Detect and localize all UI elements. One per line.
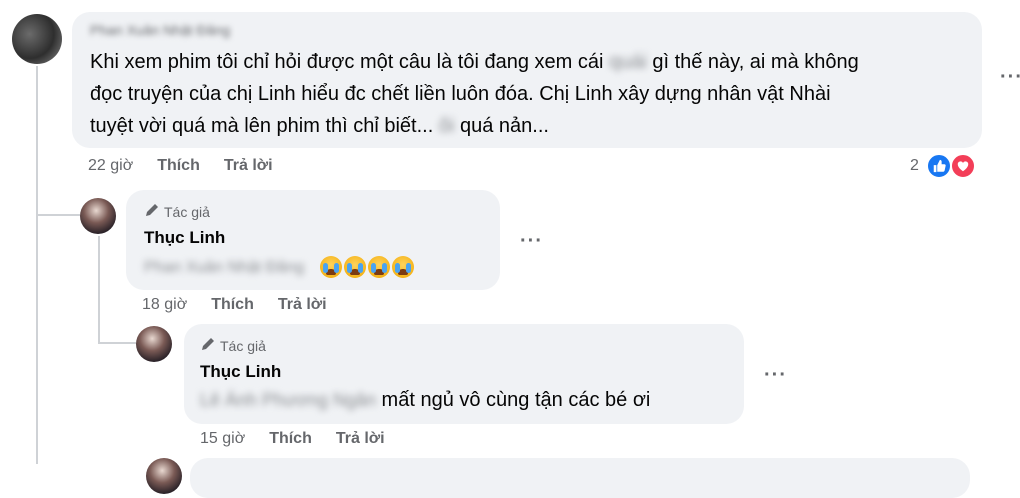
thread-line-reply1 [98, 236, 100, 344]
reply-button[interactable]: Trả lời [278, 296, 327, 314]
thread-connector-2 [98, 342, 136, 344]
pencil-icon [144, 202, 160, 221]
reaction-summary[interactable]: 2 [910, 157, 923, 175]
pencil-icon [200, 336, 216, 355]
reply-author-name[interactable]: Thục Linh [200, 362, 281, 382]
like-button[interactable]: Thích [269, 430, 312, 448]
reply-author-name[interactable]: Thục Linh [144, 228, 225, 248]
author-badge: Tác giả [144, 202, 210, 221]
reply-button[interactable]: Trả lời [336, 430, 385, 448]
comment-author-name[interactable]: Phan Xuân Nhật Đăng [90, 22, 230, 38]
reply-bubble: Tác giả Thục Linh Lê Ánh Phương Ngân mất… [184, 324, 744, 424]
like-button[interactable]: Thích [211, 296, 254, 314]
reply-timestamp[interactable]: 15 giờ [200, 430, 245, 448]
thread-connector-1 [36, 214, 80, 216]
comment-text: Khi xem phim tôi chỉ hỏi được một câu là… [90, 51, 859, 137]
more-options-button[interactable]: ··· [520, 230, 543, 253]
thread-line-main [36, 66, 38, 464]
reply-button[interactable]: Trả lời [224, 157, 273, 175]
like-button[interactable]: Thích [157, 157, 200, 175]
comment-actions: 22 giờ Thích Trả lời [88, 157, 297, 175]
avatar[interactable] [12, 14, 62, 64]
love-reaction-icon [950, 153, 976, 179]
reply-text: Phan Xuân Nhật Đăng [144, 250, 414, 284]
reply-bubble: Tác giả Thục Linh Phan Xuân Nhật Đăng [126, 190, 500, 290]
reply-bubble [190, 458, 970, 498]
reply-actions: 18 giờ Thích Trả lời [142, 296, 351, 314]
avatar[interactable] [146, 458, 182, 494]
reply-text: Lê Ánh Phương Ngân mất ngủ vô cùng tận c… [200, 389, 651, 411]
reply-actions: 15 giờ Thích Trả lời [200, 430, 409, 448]
more-options-button[interactable]: ··· [1000, 66, 1020, 89]
crying-face-emoji [318, 255, 414, 278]
reaction-count: 2 [910, 157, 919, 174]
avatar[interactable] [136, 326, 172, 362]
avatar[interactable] [80, 198, 116, 234]
like-reaction-icon [926, 153, 952, 179]
mention-link[interactable]: Phan Xuân Nhật Đăng [144, 259, 304, 276]
author-badge: Tác giả [200, 336, 266, 355]
more-options-button[interactable]: ··· [764, 364, 787, 387]
comment-bubble: Phan Xuân Nhật Đăng Khi xem phim tôi chỉ… [72, 12, 982, 148]
mention-link[interactable]: Lê Ánh Phương Ngân [200, 390, 376, 410]
reply-timestamp[interactable]: 18 giờ [142, 296, 187, 314]
comment-timestamp[interactable]: 22 giờ [88, 157, 133, 175]
